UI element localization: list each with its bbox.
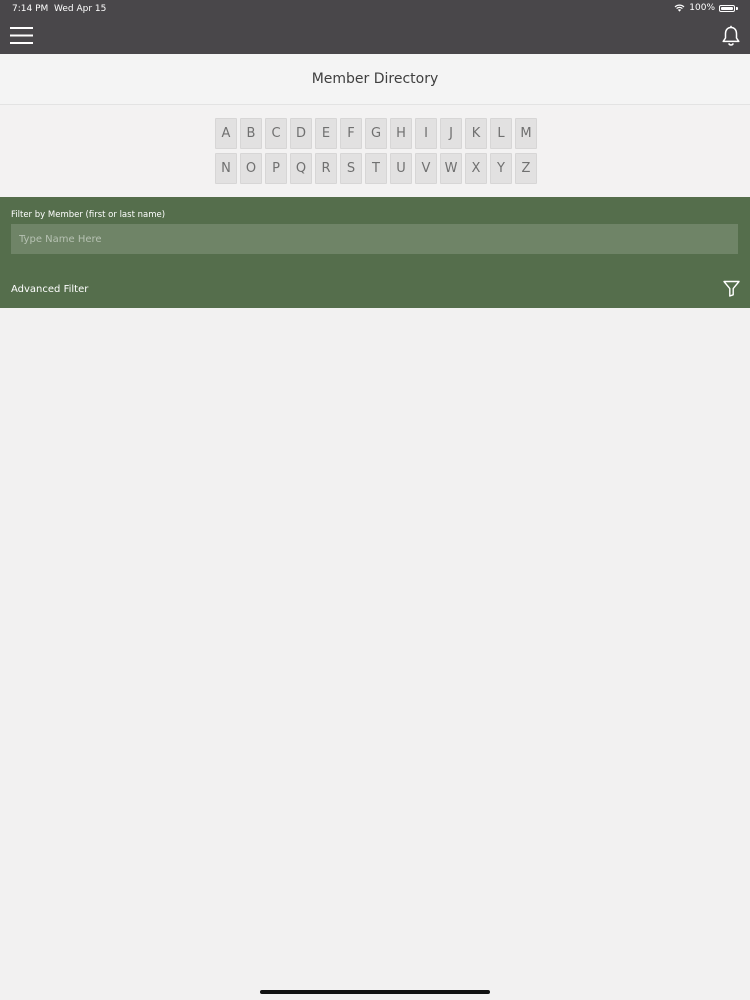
- letter-button-b[interactable]: B: [240, 118, 262, 149]
- letter-button-c[interactable]: C: [265, 118, 287, 149]
- battery-tip: [736, 6, 738, 10]
- letter-button-r[interactable]: R: [315, 153, 337, 184]
- alphabet-row-2: N O P Q R S T U V W X Y Z: [215, 153, 537, 184]
- letter-button-a[interactable]: A: [215, 118, 237, 149]
- letter-button-t[interactable]: T: [365, 153, 387, 184]
- letter-button-g[interactable]: G: [365, 118, 387, 149]
- letter-button-n[interactable]: N: [215, 153, 237, 184]
- letter-button-e[interactable]: E: [315, 118, 337, 149]
- wifi-icon: [674, 4, 685, 12]
- funnel-filter-icon: [723, 280, 740, 297]
- letter-button-f[interactable]: F: [340, 118, 362, 149]
- status-indicators: 100%: [674, 3, 738, 13]
- advanced-filter-button[interactable]: [723, 280, 740, 297]
- letter-button-x[interactable]: X: [465, 153, 487, 184]
- status-time: 7:14 PM: [12, 4, 49, 14]
- alphabet-index: A B C D E F G H I J K L M N O P Q R S T …: [0, 105, 750, 197]
- letter-button-u[interactable]: U: [390, 153, 412, 184]
- member-list-area: [0, 308, 750, 1000]
- top-navigation-bar: 7:14 PM Wed Apr 15 100%: [0, 0, 750, 54]
- member-filter-panel: Filter by Member (first or last name) Ad…: [0, 197, 750, 308]
- status-date: Wed Apr 15: [54, 4, 107, 14]
- letter-button-h[interactable]: H: [390, 118, 412, 149]
- letter-button-p[interactable]: P: [265, 153, 287, 184]
- letter-button-s[interactable]: S: [340, 153, 362, 184]
- letter-button-q[interactable]: Q: [290, 153, 312, 184]
- member-name-search-input[interactable]: [11, 224, 738, 254]
- battery-percent: 100%: [689, 3, 715, 13]
- letter-button-z[interactable]: Z: [515, 153, 537, 184]
- bell-icon: [722, 25, 740, 46]
- letter-button-i[interactable]: I: [415, 118, 437, 149]
- home-indicator[interactable]: [260, 990, 490, 994]
- advanced-filter-link[interactable]: Advanced Filter: [11, 284, 88, 295]
- letter-button-v[interactable]: V: [415, 153, 437, 184]
- letter-button-d[interactable]: D: [290, 118, 312, 149]
- letter-button-w[interactable]: W: [440, 153, 462, 184]
- title-bar: Member Directory: [0, 54, 750, 105]
- battery-icon: [719, 4, 735, 12]
- hamburger-menu-icon: [10, 27, 33, 44]
- page-title: Member Directory: [311, 71, 439, 87]
- letter-button-o[interactable]: O: [240, 153, 262, 184]
- letter-button-l[interactable]: L: [490, 118, 512, 149]
- letter-button-m[interactable]: M: [515, 118, 537, 149]
- menu-button[interactable]: [10, 26, 33, 45]
- filter-by-member-label: Filter by Member (first or last name): [11, 210, 166, 220]
- letter-button-k[interactable]: K: [465, 118, 487, 149]
- letter-button-y[interactable]: Y: [490, 153, 512, 184]
- notifications-button[interactable]: [721, 25, 741, 47]
- letter-button-j[interactable]: J: [440, 118, 462, 149]
- alphabet-row-1: A B C D E F G H I J K L M: [215, 118, 537, 149]
